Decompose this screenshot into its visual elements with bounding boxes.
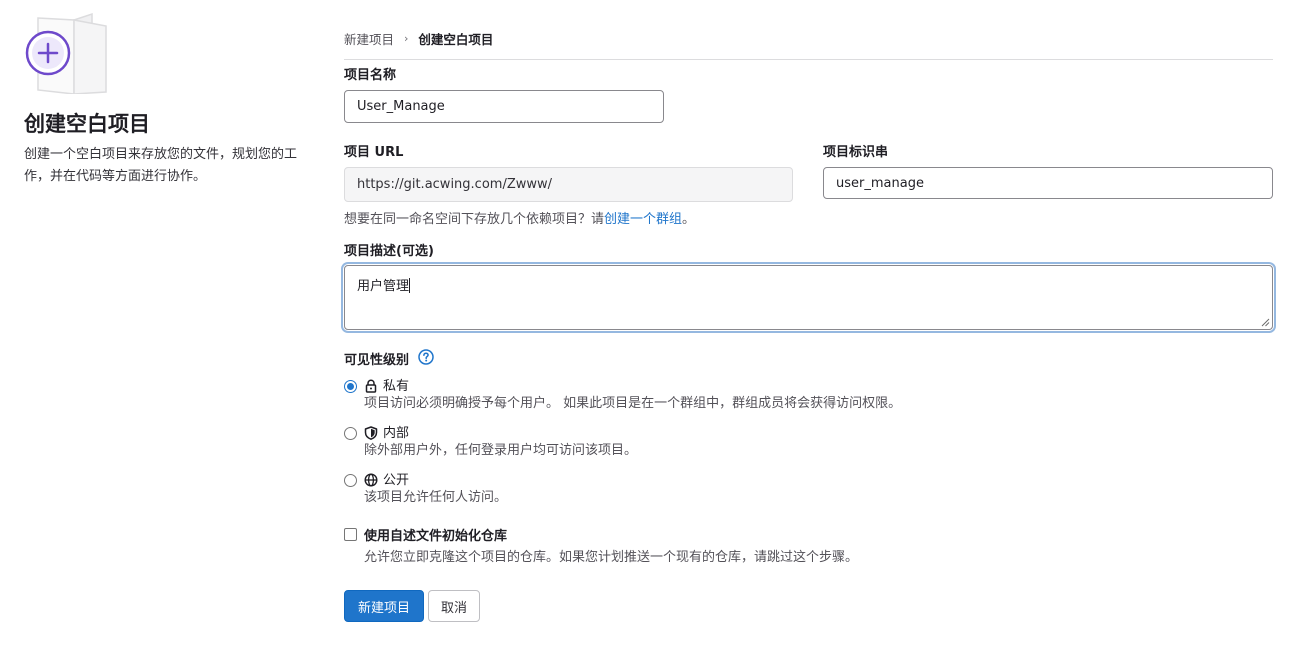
visibility-private-desc: 项目访问必须明确授予每个用户。 如果此项目是在一个群组中，群组成员将会获得访问权… <box>364 396 902 411</box>
init-readme-option[interactable]: 使用自述文件初始化仓库 <box>344 525 507 544</box>
init-readme-desc: 允许您立即克隆这个项目的仓库。如果您计划推送一个现有的仓库，请跳过这个步骤。 <box>364 550 859 565</box>
group-hint-text: 想要在同一命名空间下存放几个依赖项目？请 <box>344 212 605 227</box>
breadcrumb-divider <box>344 59 1273 60</box>
visibility-public-desc: 该项目允许任何人访问。 <box>364 490 508 505</box>
group-hint-suffix: 。 <box>682 212 696 227</box>
breadcrumb-new-project-link[interactable]: 新建项目 <box>344 29 394 48</box>
visibility-option-internal[interactable]: 内部 除外部用户外，任何登录用户均可访问该项目。 <box>344 425 637 459</box>
visibility-label: 可见性级别 <box>344 353 410 368</box>
visibility-public-radio[interactable] <box>344 474 357 487</box>
resize-grip-icon[interactable] <box>1261 318 1270 327</box>
group-hint: 想要在同一命名空间下存放几个依赖项目？请创建一个群组。 <box>344 208 695 227</box>
project-description-label: 项目描述(可选) <box>344 244 434 259</box>
visibility-internal-title: 内部 <box>383 426 410 441</box>
project-name-input[interactable]: User_Manage <box>344 90 664 123</box>
project-slug-input[interactable]: user_manage <box>823 167 1273 199</box>
project-name-value: User_Manage <box>357 99 445 114</box>
project-slug-label: 项目标识串 <box>823 145 889 160</box>
page-title: 创建空白项目 <box>24 112 150 136</box>
project-slug-value: user_manage <box>836 175 924 191</box>
visibility-public-title: 公开 <box>383 473 410 488</box>
cancel-button[interactable]: 取消 <box>428 590 480 622</box>
globe-icon <box>364 473 378 487</box>
lock-icon <box>365 379 377 393</box>
visibility-internal-radio[interactable] <box>344 427 357 440</box>
visibility-private-title: 私有 <box>383 379 410 394</box>
help-question-icon[interactable] <box>418 349 434 365</box>
create-blank-project-page: 创建空白项目 创建一个空白项目来存放您的文件，规划您的工作，并在代码等方面进行协… <box>0 0 1315 659</box>
project-description-value: 用户管理 <box>357 279 410 294</box>
init-readme-label: 使用自述文件初始化仓库 <box>364 529 508 544</box>
project-url-field: https://git.acwing.com/Zwww/ <box>344 167 793 202</box>
visibility-internal-desc: 除外部用户外，任何登录用户均可访问该项目。 <box>364 443 638 458</box>
breadcrumb-separator: › <box>404 32 409 45</box>
new-project-illustration-icon <box>25 12 107 94</box>
project-url-label: 项目 URL <box>344 145 404 160</box>
project-name-label: 项目名称 <box>344 68 397 83</box>
project-description-textarea[interactable]: 用户管理 <box>344 265 1273 330</box>
text-caret <box>409 278 411 293</box>
shield-icon <box>364 426 378 440</box>
page-description: 创建一个空白项目来存放您的文件，规划您的工作，并在代码等方面进行协作。 <box>24 147 298 184</box>
visibility-option-public[interactable]: 公开 该项目允许任何人访问。 <box>344 472 507 506</box>
visibility-private-radio[interactable] <box>344 380 357 393</box>
visibility-option-private[interactable]: 私有 项目访问必须明确授予每个用户。 如果此项目是在一个群组中，群组成员将会获得… <box>344 378 901 412</box>
project-url-value: https://git.acwing.com/Zwww/ <box>357 177 552 192</box>
create-group-link[interactable]: 创建一个群组 <box>604 212 682 227</box>
breadcrumb-current: 创建空白项目 <box>418 32 494 47</box>
init-readme-checkbox[interactable] <box>344 528 357 541</box>
create-project-button[interactable]: 新建项目 <box>344 590 424 622</box>
breadcrumb: 新建项目 › 创建空白项目 <box>344 29 493 48</box>
